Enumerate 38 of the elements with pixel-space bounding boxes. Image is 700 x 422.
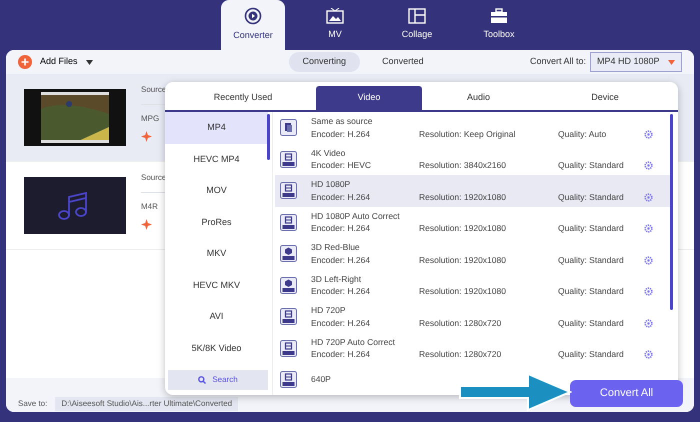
resolution-text: Resolution: 1920x1080	[419, 285, 507, 298]
resolution-text: Resolution: 1280x720	[419, 316, 502, 330]
encoder-text: Encoder: HEVC	[311, 159, 372, 172]
resolution-text: Resolution: 1920x1080	[419, 222, 507, 235]
quality-text: Quality: Standard	[558, 222, 625, 235]
encoder-text: Encoder: H.264	[311, 285, 372, 298]
preset-name: Same as source	[311, 115, 374, 128]
preset-name: HD 1080P Auto Correct	[311, 210, 401, 222]
format-label: M4R	[141, 201, 159, 213]
convert-all-label: Convert All to:	[530, 55, 586, 68]
preset-name: 640P	[311, 373, 331, 386]
quality-text: Quality: Standard	[558, 285, 625, 298]
encoder-text: Encoder: H.264	[311, 128, 372, 140]
quality-text: Quality: Auto	[558, 128, 608, 140]
encoder-text: Encoder: H.264	[311, 348, 372, 361]
resolution-text: Resolution: 3840x2160	[419, 159, 507, 172]
resolution-text: Resolution: Keep Original	[419, 128, 516, 140]
preset-name: 4K Video	[311, 146, 346, 160]
encoder-text: Encoder: H.264	[311, 190, 372, 204]
source-label: Source	[141, 84, 168, 96]
quality-text: Quality: Standard	[558, 316, 625, 330]
preset-name: HD 720P	[311, 304, 346, 317]
format-label: MPG	[141, 113, 160, 125]
quality-text: Quality: Standard	[558, 159, 625, 172]
preset-name: HD 1080P	[311, 178, 352, 191]
preset-name: 3D Left-Right	[311, 272, 362, 286]
quality-text: Quality: Standard	[558, 348, 625, 361]
encoder-text: Encoder: H.264	[311, 254, 372, 266]
save-to-label: Save to:	[18, 398, 48, 410]
encoder-text: Encoder: H.264	[311, 222, 372, 235]
resolution-text: Resolution: 1920x1080	[419, 190, 507, 204]
encoder-text: Encoder: H.264	[311, 316, 372, 330]
resolution-text: Resolution: 1920x1080	[419, 254, 507, 266]
quality-text: Quality: Standard	[558, 254, 625, 266]
preset-name: HD 720P Auto Correct	[311, 336, 396, 348]
resolution-text: Resolution: 1280x720	[419, 348, 502, 361]
quality-text: Quality: Standard	[558, 190, 625, 204]
preset-name: 3D Red-Blue	[311, 241, 361, 254]
